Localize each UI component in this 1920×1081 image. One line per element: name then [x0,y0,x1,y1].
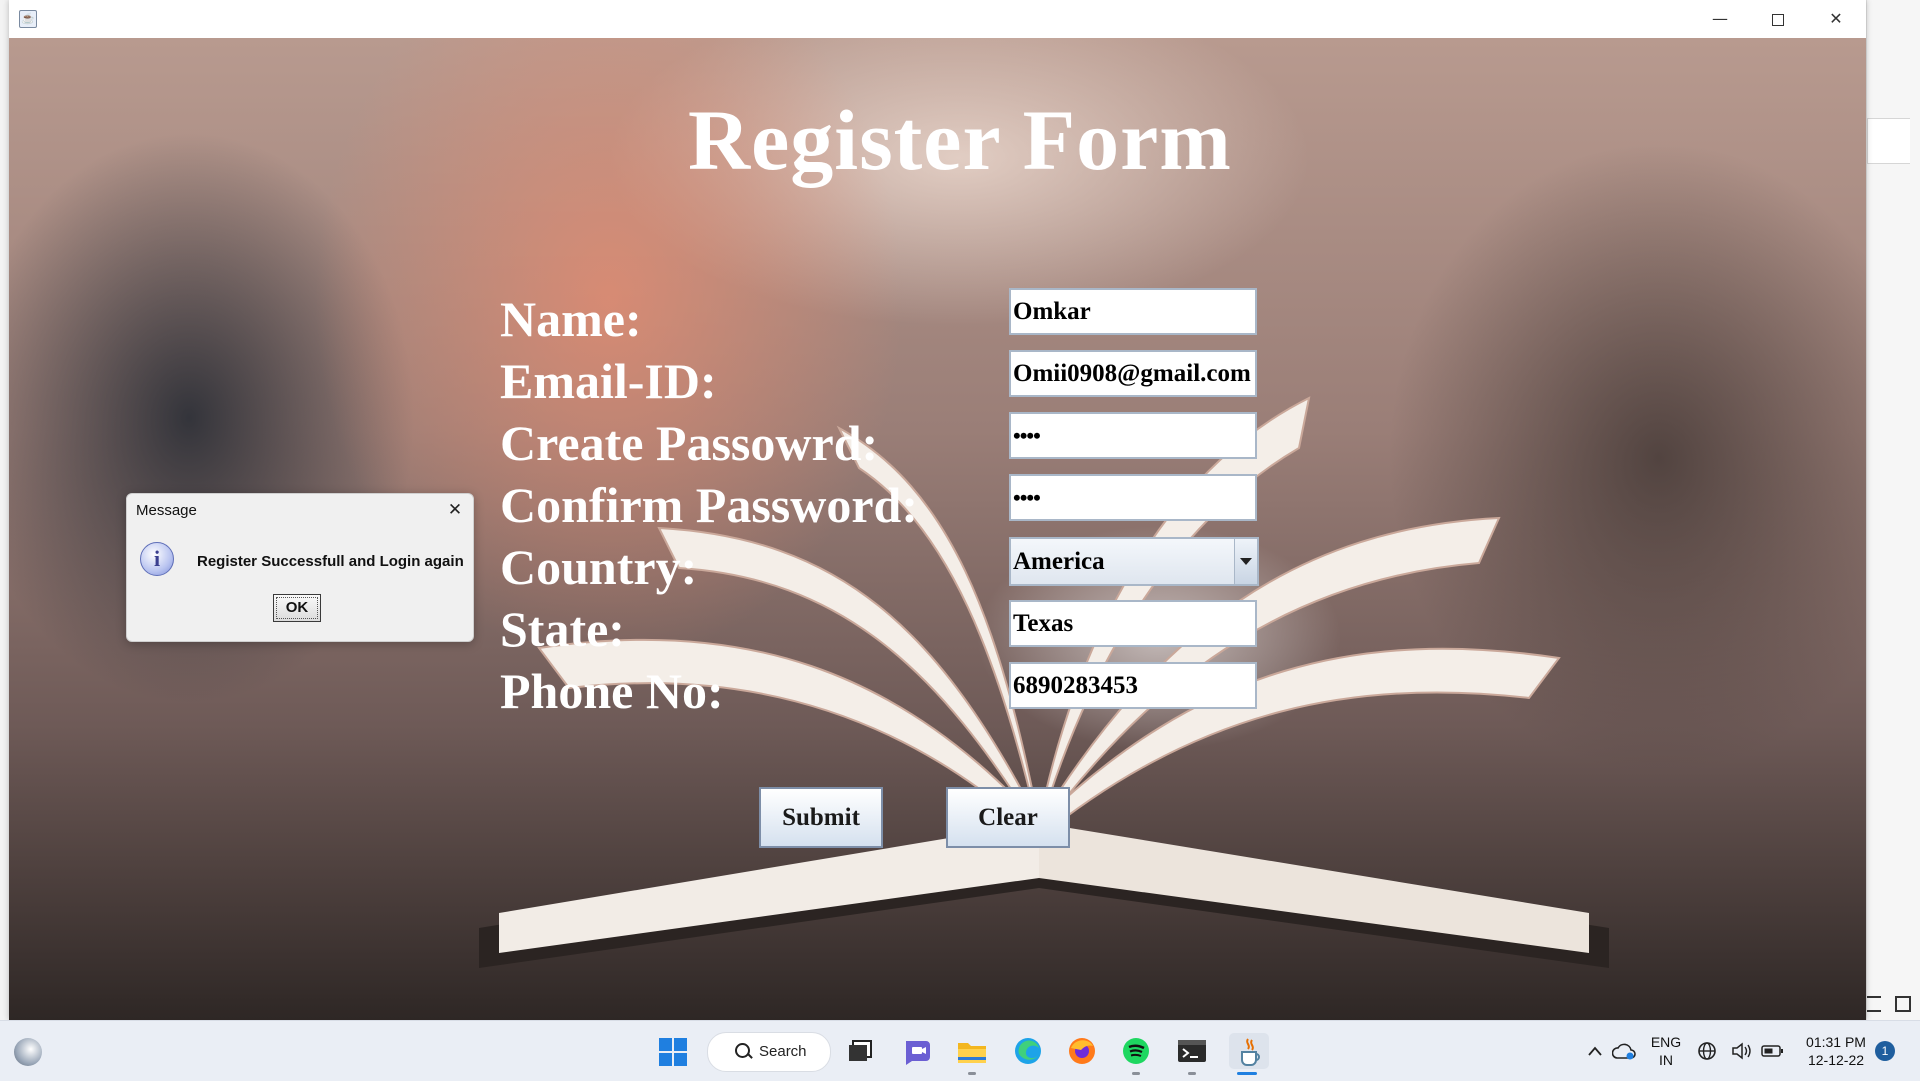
java-app-icon: ☕ [19,10,37,28]
country-select[interactable]: America [1009,537,1259,586]
spotify-icon[interactable] [1118,1033,1154,1075]
taskbar: Search ENG IN 01:31 PM 12-12-22 1 [0,1020,1920,1081]
name-field[interactable]: Omkar [1009,288,1257,335]
chevron-down-icon[interactable] [1234,539,1257,584]
name-label: Name: [500,291,642,347]
square-icon [1895,996,1911,1012]
clock-date: 12-12-22 [1807,1052,1865,1068]
minimize-button[interactable]: — [1691,0,1749,38]
form-title: Register Form [688,92,1232,188]
state-field[interactable]: Texas [1009,600,1257,647]
firefox-icon[interactable] [1064,1033,1100,1069]
weather-icon[interactable] [14,1038,42,1066]
clock[interactable]: 01:31 PM 12-12-22 [1801,1033,1871,1069]
title-bar: ☕ — ✕ [9,0,1866,38]
active-indicator [1237,1072,1257,1075]
taskbar-search[interactable]: Search [707,1032,831,1072]
network-icon[interactable] [1695,1033,1719,1069]
create-password-field[interactable]: •••• [1009,412,1257,459]
edge-browser-icon[interactable] [1010,1033,1046,1069]
teams-chat-icon[interactable] [899,1033,935,1069]
country-select-value: America [1013,548,1105,575]
dialog-close-icon[interactable]: ✕ [443,498,467,522]
confirm-password-label: Confirm Password: [500,477,919,533]
task-view-icon[interactable] [842,1033,878,1069]
information-icon: i [140,542,174,576]
clear-button[interactable]: Clear [946,787,1070,848]
windows-start-icon[interactable] [659,1038,687,1066]
ok-button[interactable]: OK [273,594,321,622]
volume-icon[interactable] [1730,1033,1754,1069]
terminal-icon[interactable] [1174,1033,1210,1075]
language-indicator[interactable]: ENG IN [1648,1033,1684,1069]
email-field[interactable]: Omii0908@gmail.com [1009,350,1257,397]
email-label: Email-ID: [500,353,717,409]
close-button[interactable]: ✕ [1807,0,1865,38]
state-label: State: [500,601,625,657]
region-code: IN [1659,1052,1673,1068]
search-icon [735,1043,750,1058]
clock-time: 01:31 PM [1806,1034,1866,1050]
notification-badge[interactable]: 1 [1875,1041,1895,1061]
create-password-label: Create Passowrd: [500,415,879,471]
dialog-message: Register Successfull and Login again [197,553,464,570]
running-indicator [1132,1072,1140,1075]
file-explorer-icon[interactable] [954,1033,990,1075]
running-indicator [968,1072,976,1075]
search-label: Search [759,1043,807,1060]
running-indicator [1188,1072,1196,1075]
dialog-title: Message [136,502,197,519]
java-app-taskbar-icon[interactable] [1229,1033,1269,1075]
confirm-password-field[interactable]: •••• [1009,474,1257,521]
onedrive-icon[interactable] [1606,1033,1642,1069]
country-label: Country: [500,539,698,595]
battery-icon[interactable] [1760,1033,1786,1069]
maximize-button[interactable] [1749,0,1807,38]
submit-button[interactable]: Submit [759,787,883,848]
language-code: ENG [1650,1034,1682,1050]
phone-label: Phone No: [500,663,724,719]
phone-field[interactable]: 6890283453 [1009,662,1257,709]
message-dialog: Message ✕ i Register Successfull and Log… [126,493,474,642]
menu-icon [1867,996,1881,1012]
